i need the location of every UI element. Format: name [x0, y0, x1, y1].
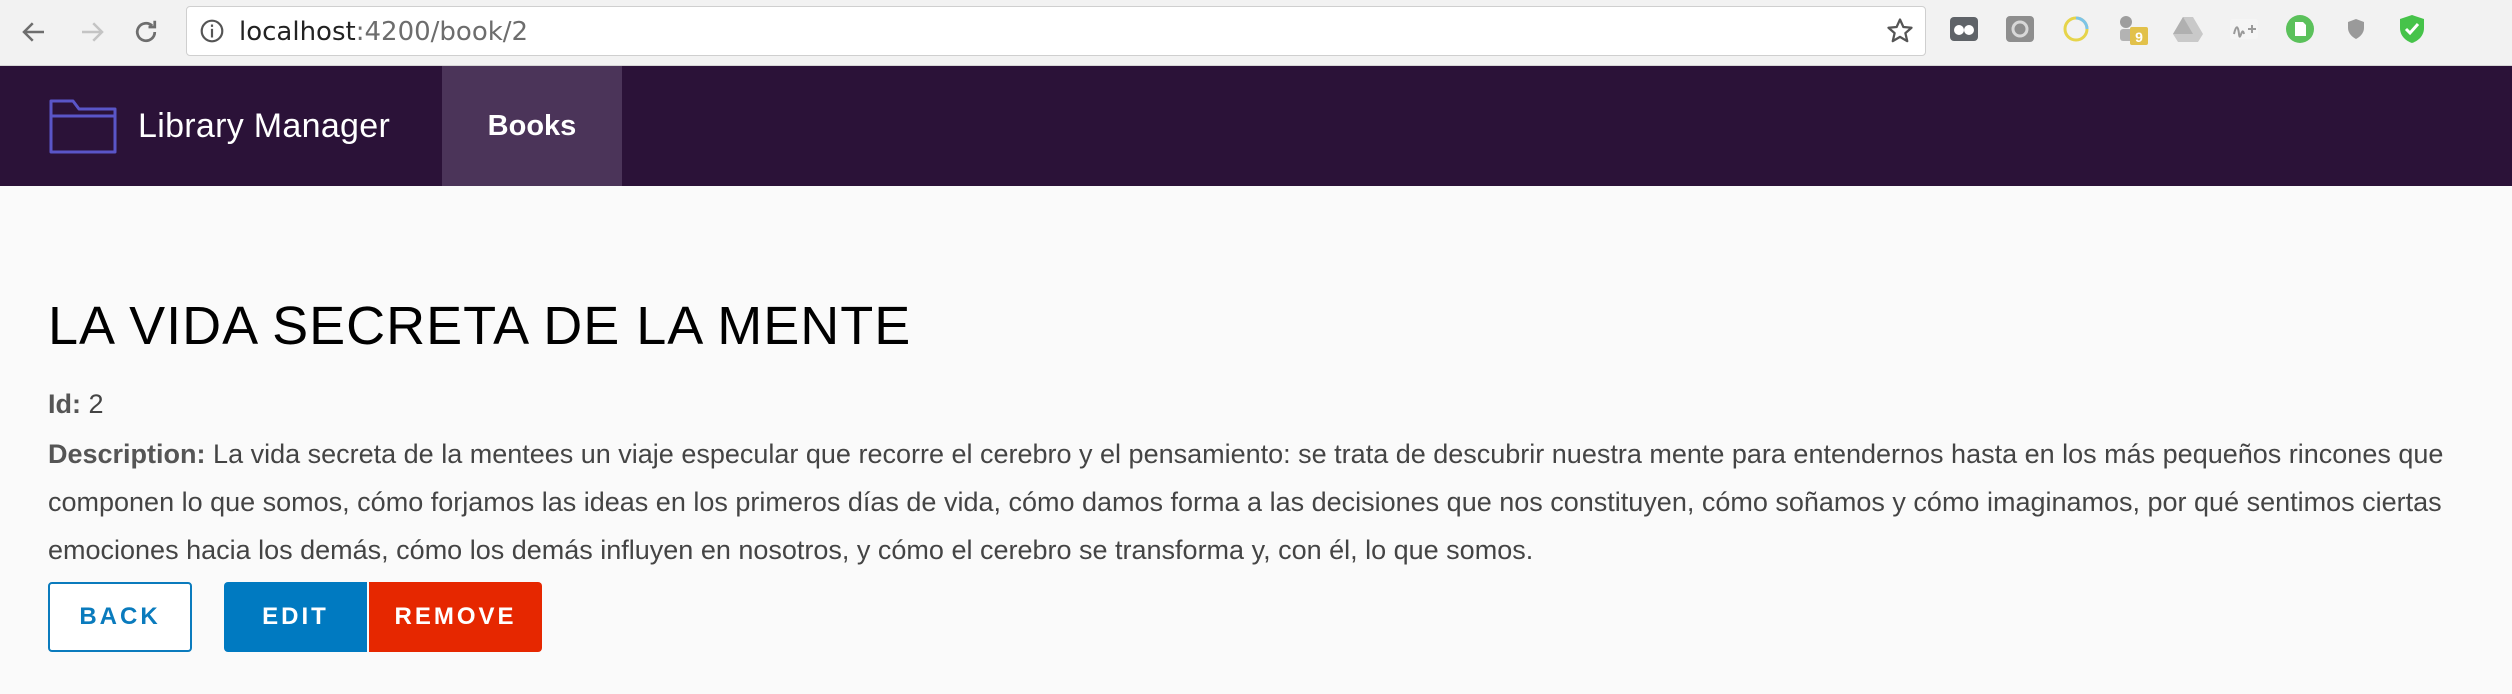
movistar-icon[interactable] — [2228, 13, 2260, 45]
shield-icon[interactable] — [2340, 13, 2372, 45]
loading-ring-icon[interactable] — [2060, 13, 2092, 45]
tab-manager-icon[interactable] — [1948, 13, 1980, 45]
badge-extension-icon[interactable]: 9 — [2116, 13, 2148, 45]
app-header: Library Manager Books — [0, 66, 2512, 186]
id-value: 2 — [88, 389, 104, 419]
reload-icon[interactable] — [124, 10, 168, 54]
url-path: :4200/book/2 — [355, 17, 529, 47]
brand[interactable]: Library Manager — [48, 94, 390, 158]
folder-icon — [49, 99, 117, 154]
remove-button[interactable]: REMOVE — [369, 582, 542, 652]
description-label: Description: — [48, 439, 206, 469]
drive-icon[interactable] — [2172, 13, 2204, 45]
url-host: localhost — [239, 17, 356, 47]
browser-toolbar: localhost:4200/book/2 9 — [0, 0, 2512, 66]
id-label: Id: — [48, 389, 81, 419]
nav-tab-books[interactable]: Books — [442, 66, 622, 186]
address-bar[interactable]: localhost:4200/book/2 — [186, 6, 1926, 56]
back-button[interactable]: BACK — [48, 582, 192, 652]
forward-arrow-icon[interactable] — [70, 10, 114, 54]
extension-badge: 9 — [2135, 29, 2143, 45]
check-shield-icon[interactable] — [2396, 13, 2428, 45]
back-arrow-icon[interactable] — [12, 10, 56, 54]
book-title: LA VIDA SECRETA DE LA MENTE — [48, 296, 912, 356]
screen-capture-icon[interactable] — [2004, 13, 2036, 45]
url-text[interactable]: localhost:4200/book/2 — [239, 17, 528, 47]
bookmark-star-icon[interactable] — [1885, 16, 1915, 46]
evernote-icon[interactable] — [2284, 13, 2316, 45]
info-icon[interactable] — [199, 18, 225, 44]
brand-title: Library Manager — [138, 106, 391, 145]
edit-button[interactable]: EDIT — [224, 582, 367, 652]
description-text: La vida secreta de la mentees un viaje e… — [48, 439, 2444, 565]
book-description-row: Description: La vida secreta de la mente… — [48, 430, 2468, 574]
book-id-row: Id: 2 — [48, 386, 104, 422]
